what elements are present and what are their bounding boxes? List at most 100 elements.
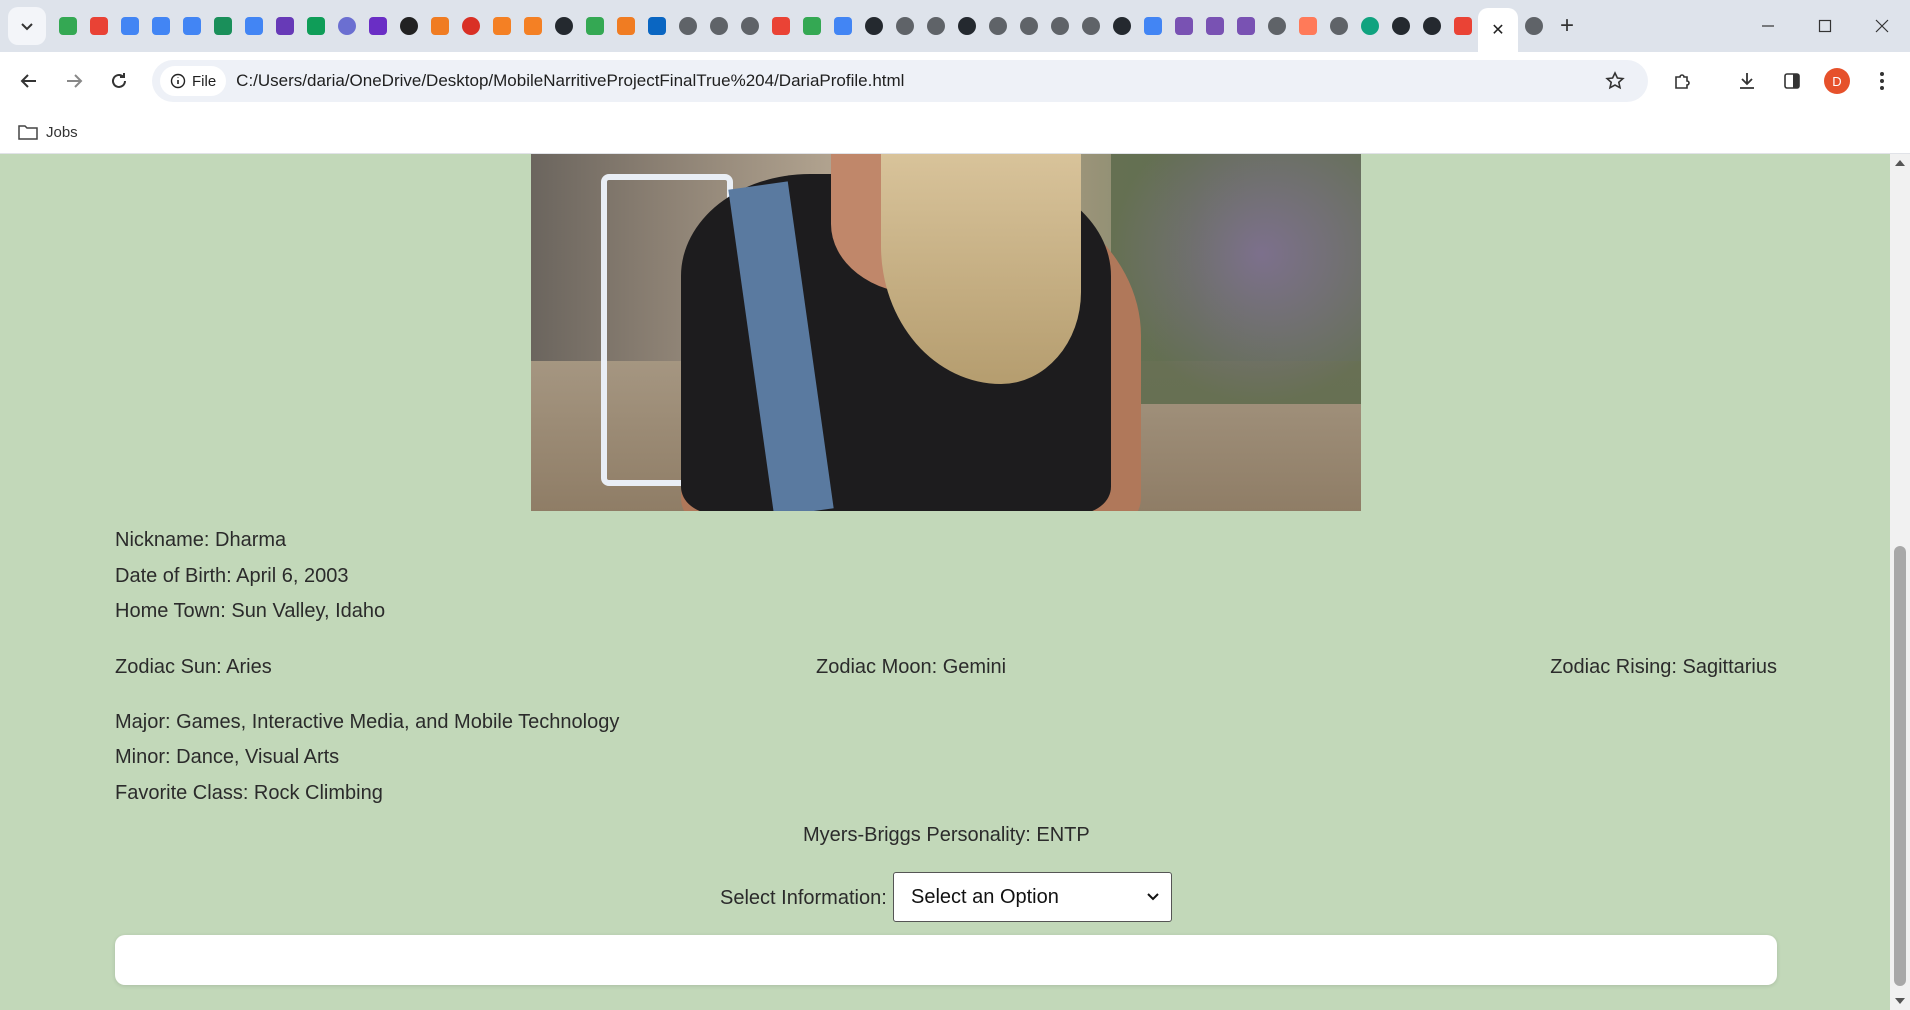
tab-bootstrap[interactable] [1199,8,1230,44]
select-label: Select Information: [720,887,887,909]
tab-star[interactable] [362,8,393,44]
globe-icon [1050,17,1069,35]
reload-icon [112,73,126,88]
tab-google[interactable] [1137,8,1168,44]
github-icon [1112,17,1131,35]
scroll-down-arrow[interactable] [1895,998,1905,1004]
tab-github[interactable] [1416,8,1447,44]
b-icon [430,17,449,35]
browser-menu-button[interactable] [1863,62,1901,100]
globe-icon [1524,17,1543,35]
tab-search-button[interactable] [8,7,46,45]
bookmark-star-button[interactable] [1596,62,1634,100]
close-window-button[interactable] [1853,0,1910,52]
puzzle-icon [1675,74,1690,89]
tab-google-drive[interactable] [579,8,610,44]
side-panel-button[interactable] [1773,62,1811,100]
stack-icon [523,17,542,35]
maximize-button[interactable] [1796,0,1853,52]
forward-arrow-icon [67,74,83,88]
tab-github[interactable] [548,8,579,44]
tab-globe[interactable] [1044,8,1075,44]
tab-github[interactable] [951,8,982,44]
tab-google-drive[interactable] [796,8,827,44]
tab-globe[interactable] [1013,8,1044,44]
profile-photo [531,154,1361,511]
tab-google-docs[interactable] [145,8,176,44]
tab-bootstrap[interactable] [1168,8,1199,44]
address-bar[interactable]: File C:/Users/daria/OneDrive/Desktop/Mob… [152,60,1648,102]
tab-globe[interactable] [1075,8,1106,44]
globe-icon [926,17,945,35]
globe-icon [678,17,697,35]
b-icon [616,17,635,35]
tab-globe[interactable] [1323,8,1354,44]
tab-globe[interactable] [1518,8,1549,44]
tab-globe[interactable] [982,8,1013,44]
tab-play[interactable] [393,8,424,44]
bookmark-folder-jobs[interactable]: Jobs [18,118,78,146]
tab-globe[interactable] [920,8,951,44]
back-button[interactable] [10,62,48,100]
tab-globe[interactable] [734,8,765,44]
tab-b[interactable] [424,8,455,44]
tab-google-docs[interactable] [827,8,858,44]
tab-google-docs[interactable] [238,8,269,44]
page-scrollbar[interactable] [1890,154,1910,1010]
minimize-button[interactable] [1739,0,1796,52]
tab-sheets[interactable] [300,8,331,44]
url-text[interactable]: C:/Users/daria/OneDrive/Desktop/MobileNa… [236,71,904,91]
tab-globe[interactable] [331,8,362,44]
site-info-chip[interactable]: File [160,66,227,96]
tab-github[interactable] [1106,8,1137,44]
globe-icon [988,17,1007,35]
tab-badge[interactable] [455,8,486,44]
tab-google-docs[interactable] [114,8,145,44]
active-tab[interactable]: ✕ [1478,8,1518,52]
avatar: D [1824,68,1850,94]
google-docs-icon [833,17,852,35]
page-viewport: Nickname: Dharma Date of Birth: April 6,… [0,154,1890,1010]
tab-github[interactable] [858,8,889,44]
tab-globe[interactable] [1261,8,1292,44]
tab-b[interactable] [610,8,641,44]
tab-stack[interactable] [517,8,548,44]
window-controls [1739,0,1910,52]
tab-forms[interactable] [269,8,300,44]
tab-gmail[interactable] [765,8,796,44]
profile-button[interactable]: D [1818,62,1856,100]
tab-google-docs[interactable] [176,8,207,44]
bookmarks-bar: Jobs [0,110,1910,154]
tab-globe[interactable] [889,8,920,44]
forward-button[interactable] [55,62,93,100]
github-icon [554,17,573,35]
play-icon [399,17,418,35]
tab-chatgpt[interactable] [1354,8,1385,44]
new-tab-button[interactable]: + [1549,8,1585,44]
tab-linkedin[interactable] [641,8,672,44]
tab-google-drive[interactable] [52,8,83,44]
globe-icon [895,17,914,35]
extensions-button[interactable] [1663,62,1701,100]
scroll-up-arrow[interactable] [1895,160,1905,166]
zodiac-sun-text: Zodiac Sun: Aries [115,656,272,678]
reload-button[interactable] [100,62,138,100]
tab-github[interactable] [1385,8,1416,44]
folder-icon [18,125,38,140]
close-tab-icon[interactable]: ✕ [1491,20,1504,40]
downloads-button[interactable] [1728,62,1766,100]
badge-icon [461,17,480,35]
linkedin-icon [647,17,666,35]
tab-globe[interactable] [703,8,734,44]
scrollbar-thumb[interactable] [1894,546,1906,986]
tab-hubspot[interactable] [1292,8,1323,44]
tab-w[interactable] [207,8,238,44]
tab-app[interactable] [83,8,114,44]
site-info-label: File [192,72,217,90]
chatgpt-icon [1360,17,1379,35]
info-select-dropdown[interactable]: Select an Option [893,872,1172,922]
tab-gmail[interactable] [1447,8,1478,44]
tab-globe[interactable] [672,8,703,44]
tab-bootstrap[interactable] [1230,8,1261,44]
tab-stack[interactable] [486,8,517,44]
